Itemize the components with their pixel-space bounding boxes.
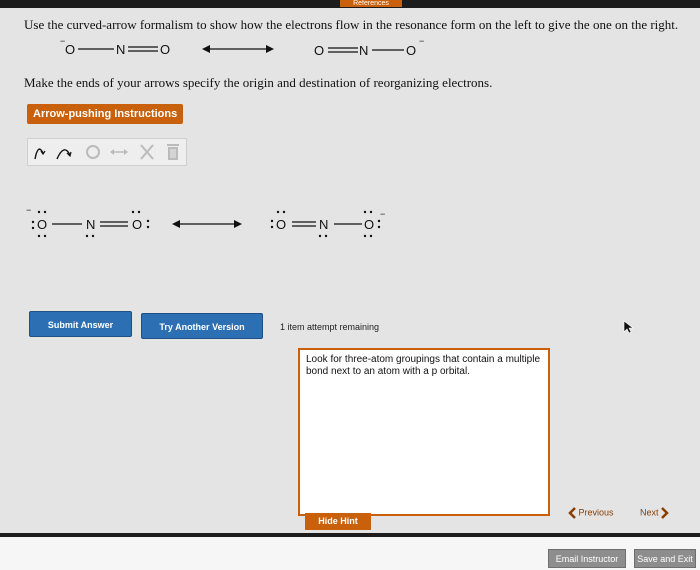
charge-label: − — [380, 209, 386, 219]
bond-lines — [328, 47, 404, 53]
next-button[interactable]: Next — [640, 507, 669, 519]
attempts-remaining: 1 item attempt remaining — [280, 322, 380, 332]
resonance-arrow-icon — [202, 45, 274, 53]
chevron-left-icon — [568, 507, 576, 519]
bond-lines — [78, 46, 158, 52]
drawing-canvas[interactable]: − O N O O N O − — [20, 195, 440, 255]
hint-text: Look for three-atom groupings that conta… — [306, 354, 541, 377]
arrow-pushing-instructions-button[interactable]: Arrow-pushing Instructions — [27, 104, 184, 124]
try-another-version-button[interactable]: Try Another Version — [141, 313, 263, 339]
references-tab[interactable]: References — [340, 0, 402, 7]
curved-arrow-double-icon[interactable] — [32, 141, 54, 163]
atom-o1[interactable]: O — [276, 217, 286, 232]
charge-label: − — [26, 205, 32, 215]
close-icon[interactable] — [136, 141, 158, 163]
atom-label: O — [314, 43, 325, 58]
drawing-toolbar — [27, 138, 187, 166]
next-label: Next — [640, 507, 659, 518]
atom-n[interactable]: N — [86, 217, 95, 232]
question-prompt: Use the curved-arrow formalism to show h… — [24, 17, 679, 32]
atom-label: O — [406, 43, 417, 58]
submit-answer-button[interactable]: Submit Answer — [29, 311, 132, 337]
eraser-icon[interactable] — [82, 141, 104, 163]
instructions-text: Make the ends of your arrows specify the… — [24, 75, 493, 90]
atom-label: O — [65, 42, 76, 57]
lewis-structures — [31, 210, 381, 238]
hint-panel: Look for three-atom groupings that conta… — [298, 348, 550, 516]
hide-hint-button[interactable]: Hide Hint — [305, 513, 371, 530]
atom-o1[interactable]: O — [37, 217, 47, 232]
atom-o2[interactable]: O — [364, 217, 374, 232]
double-headed-arrow-icon[interactable] — [108, 141, 130, 163]
atom-n[interactable]: N — [319, 217, 328, 232]
charge-label: − — [419, 36, 425, 46]
curved-arrow-single-icon[interactable] — [54, 141, 76, 163]
atom-o2[interactable]: O — [132, 217, 142, 232]
mouse-cursor-icon — [623, 320, 634, 334]
save-and-exit-button[interactable]: Save and Exit — [634, 549, 696, 568]
chevron-right-icon — [661, 507, 669, 519]
previous-label: Previous — [578, 507, 614, 518]
previous-button[interactable]: Previous — [568, 507, 614, 519]
trash-icon[interactable] — [162, 141, 184, 163]
email-instructor-button[interactable]: Email Instructor — [548, 549, 626, 568]
